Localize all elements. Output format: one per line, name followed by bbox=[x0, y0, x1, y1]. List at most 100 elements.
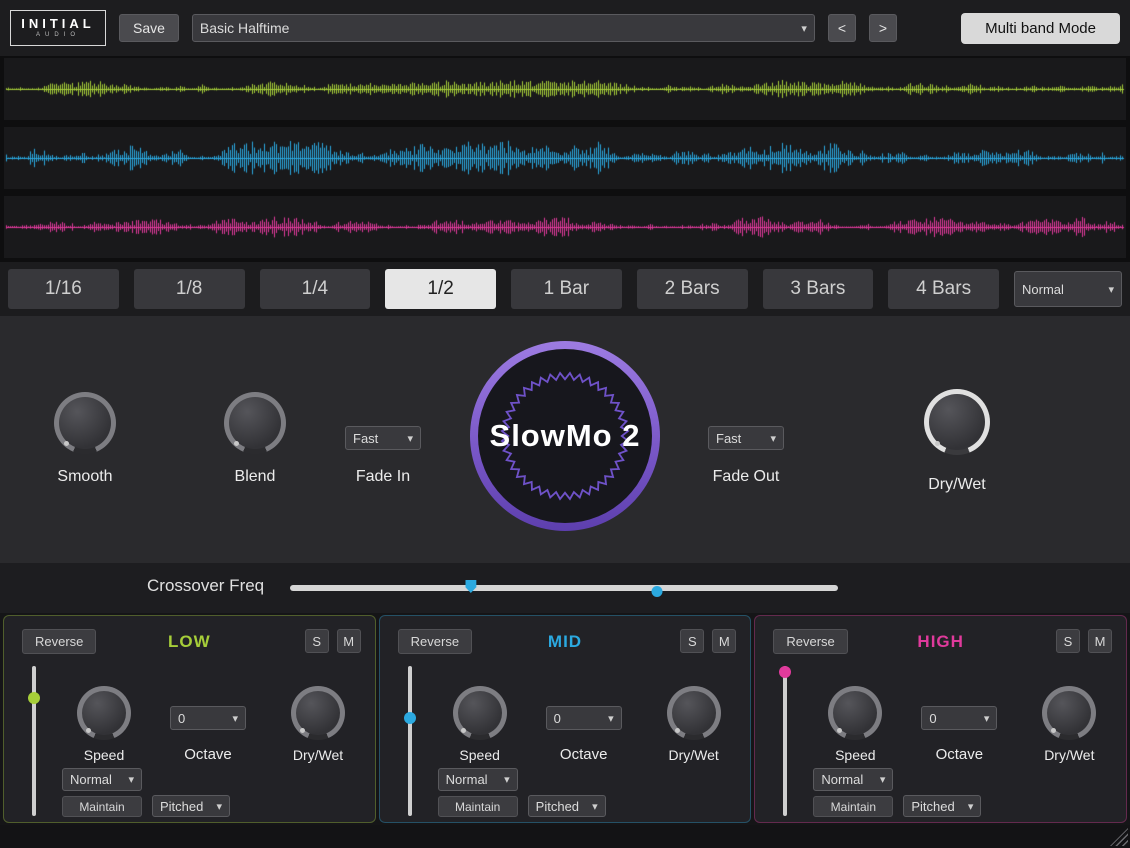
chevron-down-icon: ▾ bbox=[968, 800, 974, 813]
status-bar bbox=[0, 825, 1130, 848]
waveform-display bbox=[0, 56, 1130, 262]
crossover-mid-high-handle[interactable] bbox=[652, 586, 663, 597]
mid-mute-button[interactable]: M bbox=[712, 629, 736, 653]
resize-grip[interactable] bbox=[1110, 828, 1128, 846]
initial-audio-logo: INITIAL AUDIO bbox=[10, 10, 106, 46]
low-mute-button[interactable]: M bbox=[337, 629, 361, 653]
low-maintain-button[interactable]: Maintain bbox=[62, 796, 142, 817]
low-speed-label: Speed bbox=[64, 747, 144, 763]
fade-in-select[interactable]: Fast ▾ bbox=[345, 426, 421, 450]
high-volume-slider-handle[interactable] bbox=[779, 666, 791, 678]
low-pitch-select[interactable]: Pitched ▾ bbox=[152, 795, 230, 817]
save-button[interactable]: Save bbox=[119, 14, 179, 42]
division-button-1-16[interactable]: 1/16 bbox=[8, 269, 119, 309]
low-volume-slider[interactable] bbox=[28, 666, 40, 816]
high-volume-slider-track bbox=[783, 666, 787, 816]
high-speed-label: Speed bbox=[815, 747, 895, 763]
low-volume-slider-handle[interactable] bbox=[28, 692, 40, 704]
fade-out-value: Fast bbox=[716, 431, 741, 446]
division-button-1-8[interactable]: 1/8 bbox=[134, 269, 245, 309]
time-division-bar: 1/16 1/8 1/4 1/2 1 Bar 2 Bars 3 Bars 4 B… bbox=[0, 262, 1130, 316]
low-mode-select[interactable]: Normal ▾ bbox=[62, 768, 142, 791]
low-solo-button[interactable]: S bbox=[305, 629, 329, 653]
mid-solo-button[interactable]: S bbox=[680, 629, 704, 653]
high-mute-button[interactable]: M bbox=[1088, 629, 1112, 653]
chevron-down-icon: ▾ bbox=[216, 800, 222, 813]
low-band-waveform bbox=[4, 58, 1126, 120]
high-maintain-button[interactable]: Maintain bbox=[813, 796, 893, 817]
drywet-knob[interactable] bbox=[924, 389, 990, 455]
low-volume-slider-track bbox=[32, 666, 36, 816]
division-button-1-bar[interactable]: 1 Bar bbox=[511, 269, 622, 309]
chevron-down-icon: ▾ bbox=[128, 773, 134, 786]
high-speed-knob[interactable] bbox=[828, 686, 882, 740]
mid-band-waveform-row bbox=[4, 127, 1126, 189]
low-octave-label: Octave bbox=[154, 746, 262, 763]
low-octave-select[interactable]: 0 ▾ bbox=[170, 706, 246, 730]
slowmo2-plugin-window: INITIAL AUDIO Save Basic Halftime ▾ < > … bbox=[0, 0, 1130, 848]
division-button-3-bars[interactable]: 3 Bars bbox=[763, 269, 874, 309]
mid-mode-select[interactable]: Normal ▾ bbox=[438, 768, 518, 791]
band-panels: Reverse LOW S M Speed 0 ▾ Octave Dry/Wet… bbox=[0, 613, 1130, 825]
multiband-mode-button[interactable]: Multi band Mode bbox=[961, 13, 1120, 44]
division-button-1-2[interactable]: 1/2 bbox=[385, 269, 496, 309]
blend-label: Blend bbox=[195, 468, 315, 486]
high-mode-select[interactable]: Normal ▾ bbox=[813, 768, 893, 791]
low-speed-knob[interactable] bbox=[77, 686, 131, 740]
mid-mode-value: Normal bbox=[446, 772, 488, 787]
chevron-down-icon: ▾ bbox=[984, 712, 990, 725]
high-drywet-knob[interactable] bbox=[1042, 686, 1096, 740]
chevron-down-icon: ▾ bbox=[770, 432, 776, 445]
main-controls: Smooth Blend Fast ▾ Fade In SlowMo 2 Fas… bbox=[0, 316, 1130, 563]
high-band-waveform-row bbox=[4, 196, 1126, 258]
drywet-label: Dry/Wet bbox=[897, 476, 1017, 494]
high-octave-select[interactable]: 0 ▾ bbox=[921, 706, 997, 730]
prev-preset-button[interactable]: < bbox=[828, 14, 856, 42]
chevron-down-icon: ▾ bbox=[232, 712, 238, 725]
fade-out-label: Fade Out bbox=[686, 468, 806, 486]
high-band-panel: Reverse HIGH S M Speed 0 ▾ Octave Dry/We… bbox=[754, 615, 1127, 823]
high-drywet-label: Dry/Wet bbox=[1029, 747, 1109, 763]
high-solo-button[interactable]: S bbox=[1056, 629, 1080, 653]
high-volume-slider[interactable] bbox=[779, 666, 791, 816]
trigger-mode-select[interactable]: Normal ▾ bbox=[1014, 271, 1122, 307]
logo-subtext: AUDIO bbox=[36, 31, 80, 39]
chevron-down-icon: ▾ bbox=[592, 800, 598, 813]
preset-select[interactable]: Basic Halftime ▾ bbox=[192, 14, 815, 42]
division-button-4-bars[interactable]: 4 Bars bbox=[888, 269, 999, 309]
crossover-slider[interactable] bbox=[290, 585, 838, 591]
blend-knob[interactable] bbox=[224, 392, 286, 454]
fade-out-select[interactable]: Fast ▾ bbox=[708, 426, 784, 450]
fade-in-label: Fade In bbox=[323, 468, 443, 486]
crossover-section: Crossover Freq bbox=[0, 563, 1130, 613]
low-octave-value: 0 bbox=[178, 711, 185, 726]
mid-drywet-label: Dry/Wet bbox=[654, 747, 734, 763]
mid-volume-slider-handle[interactable] bbox=[404, 712, 416, 724]
mid-pitch-select[interactable]: Pitched ▾ bbox=[528, 795, 606, 817]
mid-maintain-button[interactable]: Maintain bbox=[438, 796, 518, 817]
next-preset-button[interactable]: > bbox=[869, 14, 897, 42]
mid-octave-value: 0 bbox=[554, 711, 561, 726]
slowmo-logo-inner: SlowMo 2 bbox=[478, 349, 652, 523]
mid-drywet-knob[interactable] bbox=[667, 686, 721, 740]
division-button-1-4[interactable]: 1/4 bbox=[260, 269, 371, 309]
mid-band-waveform bbox=[4, 127, 1126, 189]
low-band-panel: Reverse LOW S M Speed 0 ▾ Octave Dry/Wet… bbox=[3, 615, 376, 823]
chevron-down-icon: ▾ bbox=[801, 22, 807, 35]
high-octave-value: 0 bbox=[929, 711, 936, 726]
chevron-down-icon: ▾ bbox=[608, 712, 614, 725]
chevron-down-icon: ▾ bbox=[880, 773, 886, 786]
high-pitch-select[interactable]: Pitched ▾ bbox=[903, 795, 981, 817]
chevron-down-icon: ▾ bbox=[407, 432, 413, 445]
mid-octave-select[interactable]: 0 ▾ bbox=[546, 706, 622, 730]
mid-speed-knob[interactable] bbox=[453, 686, 507, 740]
smooth-label: Smooth bbox=[25, 468, 145, 486]
crossover-low-mid-handle[interactable] bbox=[465, 580, 476, 593]
low-drywet-knob[interactable] bbox=[291, 686, 345, 740]
mid-speed-label: Speed bbox=[440, 747, 520, 763]
mid-volume-slider[interactable] bbox=[404, 666, 416, 816]
crossover-label: Crossover Freq bbox=[147, 576, 264, 596]
slowmo-logo-circle: SlowMo 2 bbox=[470, 341, 660, 531]
smooth-knob[interactable] bbox=[54, 392, 116, 454]
division-button-2-bars[interactable]: 2 Bars bbox=[637, 269, 748, 309]
